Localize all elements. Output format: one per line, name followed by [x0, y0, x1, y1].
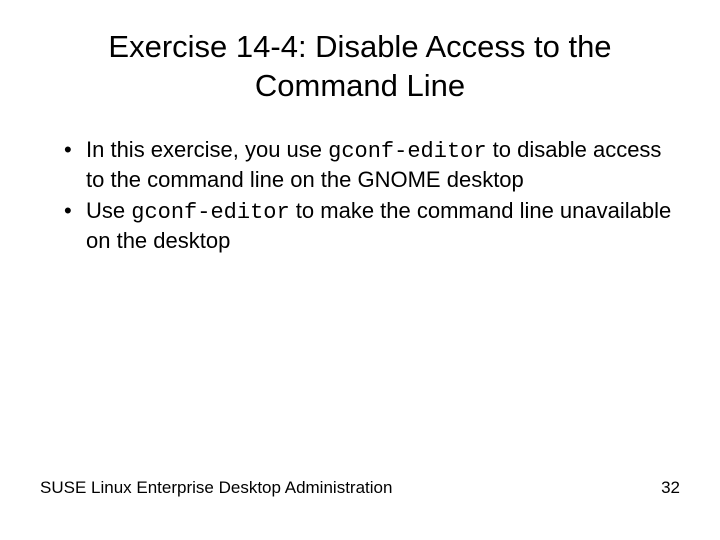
footer-text: SUSE Linux Enterprise Desktop Administra…: [40, 478, 392, 498]
page-title: Exercise 14-4: Disable Access to the Com…: [50, 28, 670, 106]
code-span: gconf-editor: [328, 139, 486, 164]
footer: SUSE Linux Enterprise Desktop Administra…: [40, 478, 680, 498]
list-item: In this exercise, you use gconf-editor t…: [64, 136, 680, 195]
bullet-text: In this exercise, you use: [86, 137, 328, 162]
bullet-text: Use: [86, 198, 131, 223]
code-span: gconf-editor: [131, 200, 289, 225]
page-number: 32: [661, 478, 680, 498]
list-item: Use gconf-editor to make the command lin…: [64, 197, 680, 256]
bullet-list: In this exercise, you use gconf-editor t…: [40, 136, 680, 256]
slide: Exercise 14-4: Disable Access to the Com…: [0, 0, 720, 540]
